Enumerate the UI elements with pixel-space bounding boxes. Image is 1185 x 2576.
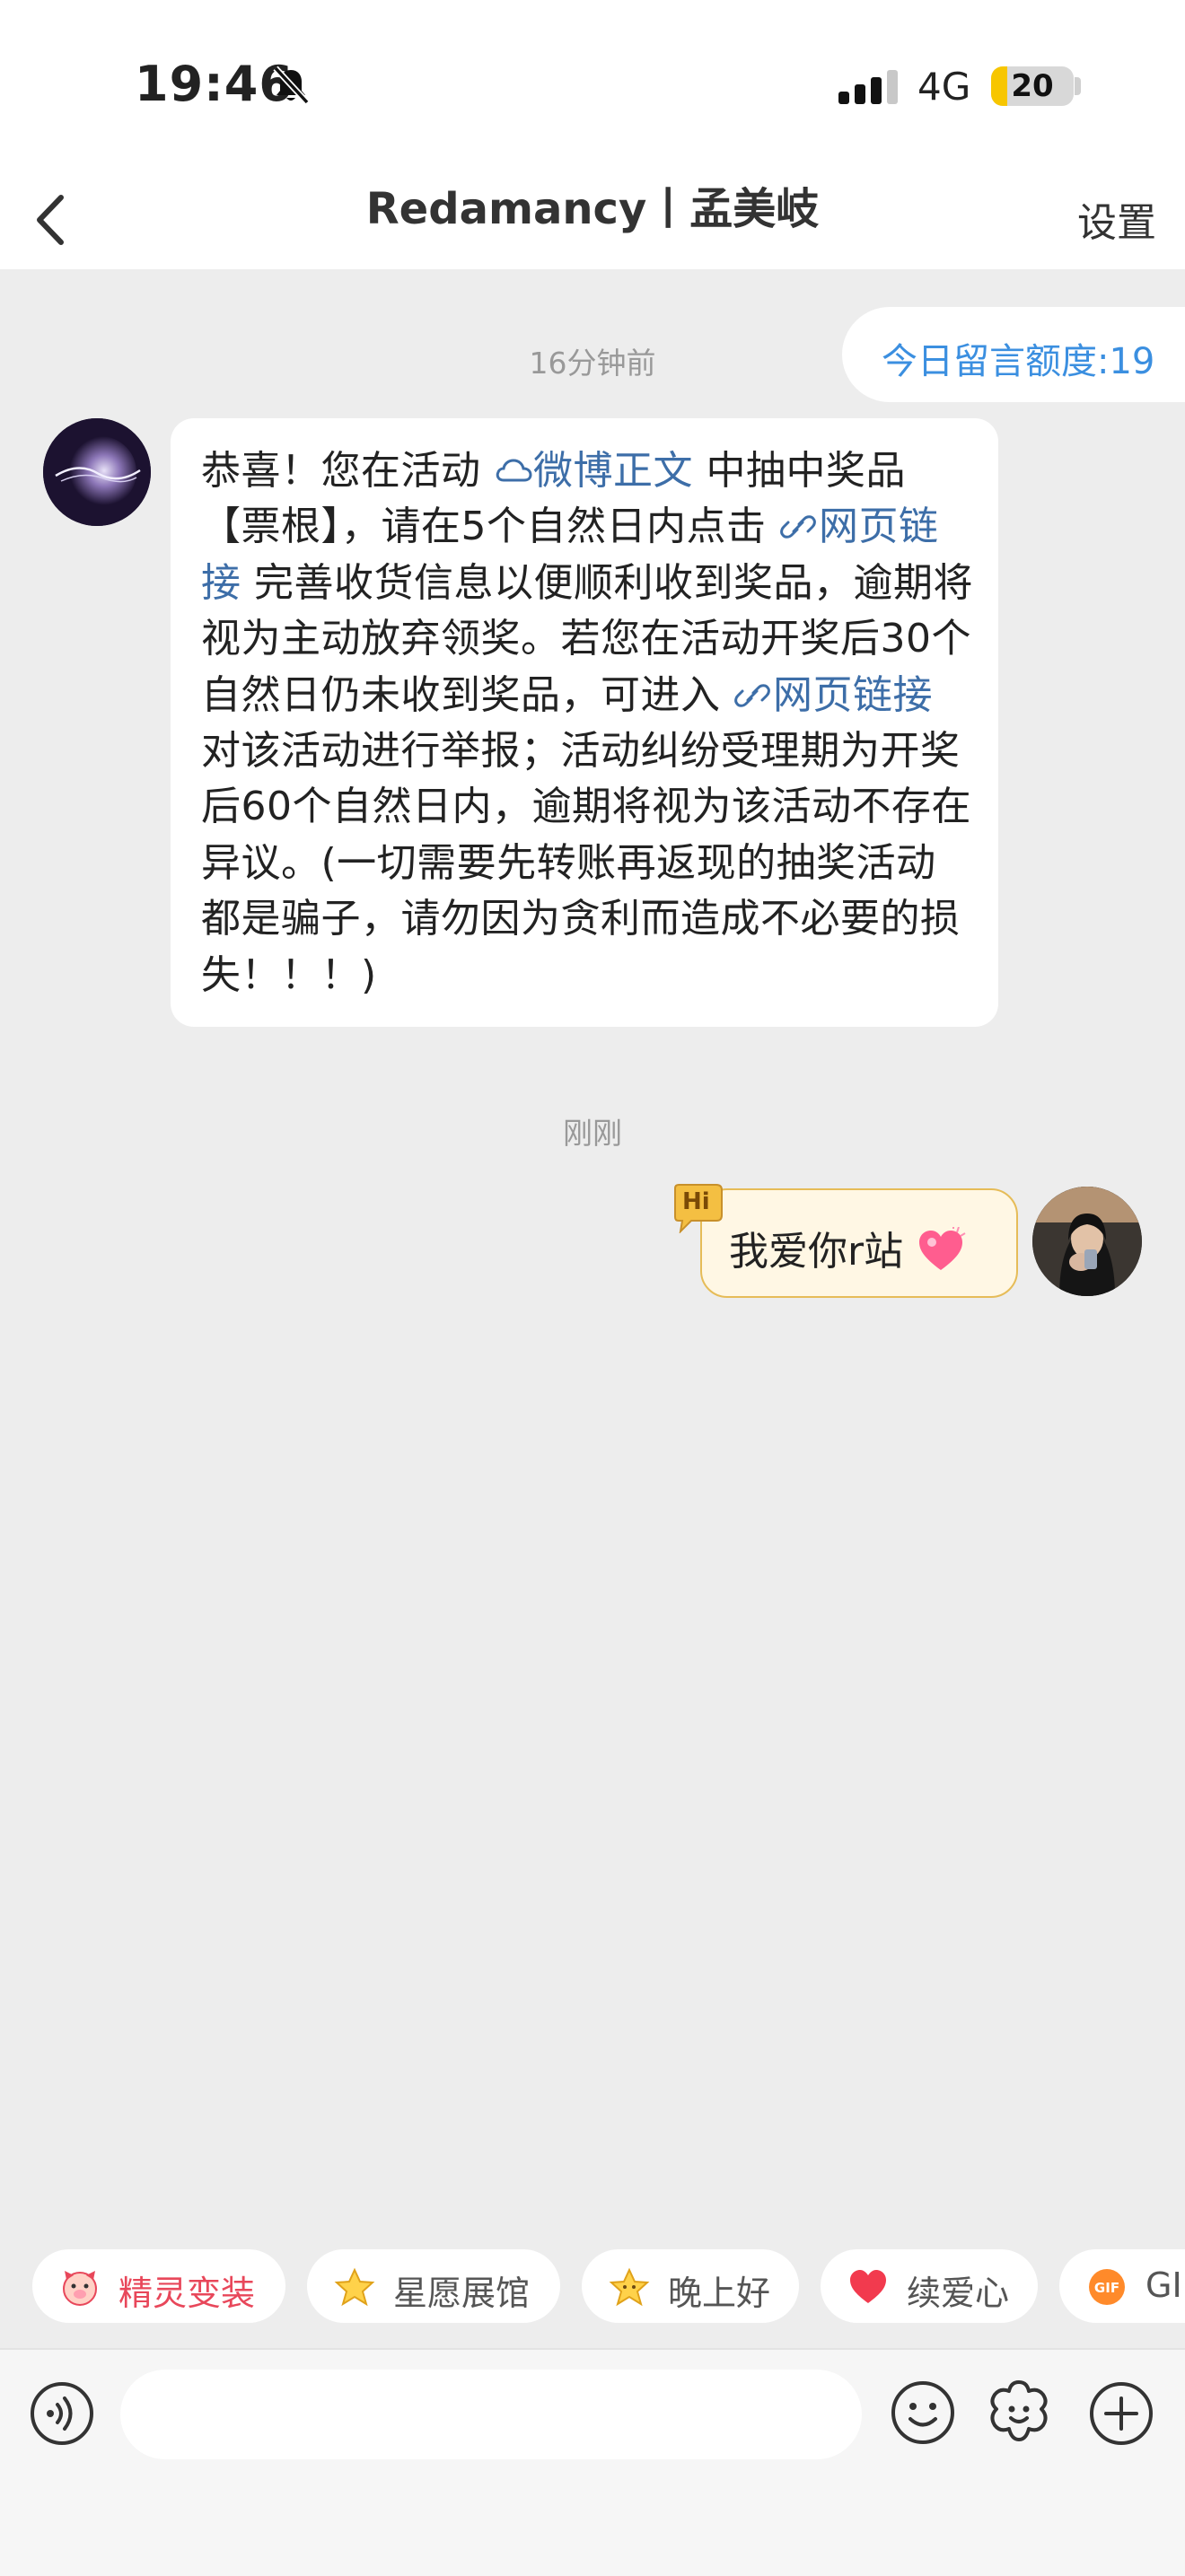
- outgoing-message-bubble[interactable]: 我爱你r站: [700, 1188, 1018, 1298]
- logo-avatar-icon: [43, 418, 151, 526]
- star-icon: [334, 2267, 375, 2307]
- quick-action-label: GI: [1146, 2265, 1182, 2305]
- heart-emoji-icon: [919, 1225, 966, 1270]
- hi-badge-label: Hi: [682, 1188, 710, 1215]
- sticker-icon[interactable]: [984, 2377, 1054, 2447]
- quick-action-label: 晚上好: [668, 2274, 771, 2313]
- battery-percent: 20: [1011, 68, 1054, 104]
- my-avatar[interactable]: [1032, 1187, 1142, 1296]
- heart-icon: [850, 2270, 886, 2303]
- link-icon: [734, 683, 770, 707]
- settings-button[interactable]: 设置: [1077, 190, 1156, 248]
- gif-icon: GIF: [1089, 2269, 1125, 2305]
- input-bar: [0, 2348, 1185, 2576]
- quick-action-label: 续爱心: [907, 2274, 1010, 2313]
- battery-icon: 20: [991, 66, 1074, 106]
- message-text-segment: 恭喜！您在活动: [201, 448, 494, 494]
- quick-action-chip-goodnight[interactable]: 晚上好: [582, 2249, 799, 2323]
- message-text-segment: 对该活动进行举报；活动纠纷受理期为开奖后60个自然日内，逾期将视为该活动不存在异…: [201, 728, 971, 998]
- quick-action-label: 星愿展馆: [393, 2274, 531, 2313]
- network-type: 4G: [917, 65, 971, 109]
- link-icon: [780, 515, 816, 539]
- pig-icon: [63, 2271, 97, 2306]
- message-input[interactable]: [120, 2370, 862, 2459]
- web-link[interactable]: 网页链接: [733, 672, 933, 718]
- bell-muted-icon: [273, 66, 310, 105]
- message-timestamp: 16分钟前: [529, 346, 656, 381]
- weibo-post-link-label: 微博正文: [533, 448, 693, 494]
- incoming-message-text: 恭喜！您在活动 微博正文 中抽中奖品【票根】，请在5个自然日内点击 网页链接 完…: [201, 443, 975, 1003]
- quick-action-label: 精灵变装: [118, 2274, 256, 2313]
- quick-action-chip-love[interactable]: 续爱心: [821, 2249, 1038, 2323]
- web-link-label: 网页链接: [773, 671, 933, 718]
- hi-badge: Hi: [670, 1183, 725, 1234]
- quick-action-chip-wish[interactable]: 星愿展馆: [307, 2249, 560, 2323]
- back-chevron-icon[interactable]: [25, 188, 79, 251]
- status-bar: 19:46 4G 20: [0, 0, 1185, 171]
- battery-tip: [1075, 77, 1081, 95]
- nav-bar: Redamancy丨孟美岐 设置: [0, 171, 1185, 269]
- weibo-post-link[interactable]: 微博正文: [494, 448, 693, 494]
- sender-avatar[interactable]: [43, 418, 151, 526]
- plus-icon[interactable]: [1088, 2380, 1154, 2447]
- quick-action-chip-spirit[interactable]: 精灵变装: [32, 2249, 285, 2323]
- incoming-message-bubble[interactable]: 恭喜！您在活动 微博正文 中抽中奖品【票根】，请在5个自然日内点击 网页链接 完…: [171, 418, 998, 1027]
- signal-icon: [838, 70, 898, 104]
- emoji-icon[interactable]: [889, 2379, 957, 2447]
- cloud-icon: [496, 459, 532, 482]
- user-photo-avatar-icon: [1032, 1187, 1142, 1296]
- chat-title: Redamancy丨孟美岐: [365, 184, 820, 234]
- outgoing-message-label: 我爱你r站: [729, 1229, 904, 1275]
- outgoing-message-text: 我爱你r站: [729, 1219, 966, 1276]
- star-icon: [609, 2267, 650, 2307]
- message-timestamp: 刚刚: [563, 1116, 622, 1151]
- voice-input-icon[interactable]: [29, 2380, 95, 2447]
- status-time: 19:46: [135, 56, 294, 112]
- svg-text:GIF: GIF: [1094, 2280, 1119, 2296]
- quick-action-chip-gif[interactable]: GIF GI: [1059, 2249, 1185, 2323]
